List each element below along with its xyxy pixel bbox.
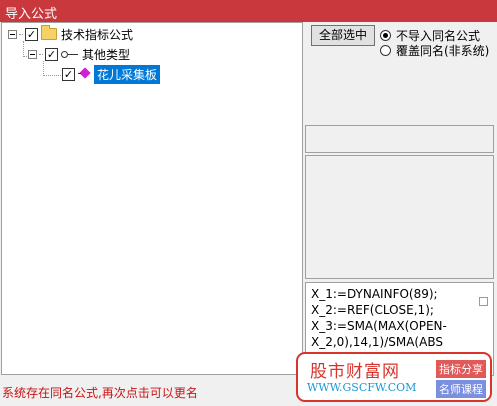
child-checkbox[interactable]: ✓ (45, 47, 58, 61)
tree-node-label: 其他类型 (82, 47, 131, 62)
tree-connector (43, 61, 44, 76)
folder-icon (41, 25, 57, 40)
root-checkbox[interactable]: ✓ (25, 27, 38, 41)
window-title: 导入公式 (5, 7, 58, 22)
collapse-icon[interactable] (8, 29, 17, 39)
title-bar: 导入公式 (0, 0, 497, 22)
radio-button-checked[interactable] (380, 30, 391, 41)
tree-node-root[interactable]: ✓ 技术指标公式 (8, 25, 133, 43)
info-panel-middle (305, 155, 494, 279)
key-icon (61, 48, 79, 60)
tree-connector (43, 75, 63, 76)
watermark-title: 股市财富网 (310, 362, 400, 382)
watermark-logo: 股市财富网 WWW.GSCFW.COM 指标分享 名师课程 (296, 352, 492, 402)
tree-connector (23, 41, 24, 57)
collapse-icon[interactable] (28, 49, 37, 59)
tree-node-label-selected[interactable]: 花儿采集板 (94, 64, 161, 84)
code-line: X_2:=REF(CLOSE,1); (311, 303, 434, 317)
code-line: X_1:=DYNAINFO(89); (311, 287, 438, 301)
code-line: X_2,0),14,1)/SMA(ABS (311, 335, 443, 349)
code-line: X_3:=SMA(MAX(OPEN- (311, 319, 447, 333)
tree-node-child[interactable]: ✓ 其他类型 (28, 45, 130, 63)
formula-tree[interactable]: ✓ 技术指标公式 ✓ 其他类型 ✓ 花儿采集板 (1, 22, 303, 375)
leaf-checkbox[interactable]: ✓ (62, 67, 75, 81)
info-panel-top (305, 125, 494, 153)
watermark-tag: 指标分享 (436, 360, 486, 378)
tree-node-label: 技术指标公式 (61, 27, 134, 42)
radio-button[interactable] (380, 45, 391, 56)
watermark-tag: 名师课程 (436, 380, 486, 398)
tree-node-leaf[interactable]: ✓ 花儿采集板 (62, 64, 161, 84)
watermark-url: WWW.GSCFW.COM (307, 381, 417, 394)
scroll-indicator[interactable] (479, 297, 488, 306)
status-message: 系统存在同名公式,再次点击可以更名 (2, 386, 198, 400)
radio-overwrite-same-name[interactable]: 覆盖同名(非系统) (380, 42, 489, 59)
radio-label: 覆盖同名(非系统) (396, 44, 490, 58)
select-all-button[interactable]: 全部选中 (311, 25, 375, 46)
formula-gem-icon (78, 68, 92, 80)
